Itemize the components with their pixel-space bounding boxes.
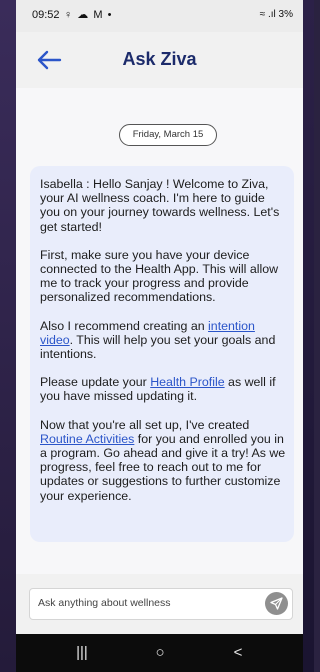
- status-time: 09:52: [32, 9, 60, 21]
- page-title: Ask Ziva: [122, 49, 197, 69]
- right-background: [303, 0, 314, 672]
- date-badge: Friday, March 15: [119, 124, 217, 146]
- message-paragraph-profile: Please update your Health Profile as wel…: [40, 375, 286, 403]
- text-segment: Also I recommend creating an: [40, 318, 209, 333]
- status-bar: 09:52 ♀ ☁ M • ≈ .ıl 3%: [16, 0, 303, 32]
- message-paragraph-greeting: Isabella : Hello Sanjay ! Welcome to Ziv…: [40, 177, 280, 234]
- composer-bar: [16, 574, 303, 634]
- message-text: Isabella : Hello Sanjay ! Welcome to Ziv…: [40, 177, 286, 517]
- routine-activities-link[interactable]: Routine Activities: [40, 432, 134, 446]
- message-input-box: [29, 588, 293, 620]
- send-button[interactable]: [265, 592, 288, 615]
- text-segment: . This will help you set your goals and …: [40, 332, 276, 362]
- app-header: Ask Ziva: [16, 32, 303, 89]
- recents-button[interactable]: |||: [52, 634, 112, 672]
- message-paragraph-intention: Also I recommend creating an intention v…: [40, 319, 286, 362]
- message-bubble: Isabella : Hello Sanjay ! Welcome to Ziv…: [30, 166, 294, 542]
- nav-back-button[interactable]: <: [208, 634, 268, 672]
- text-segment: Please update your: [40, 375, 151, 390]
- chat-area[interactable]: Friday, March 15 Isabella : Hello Sanjay…: [16, 88, 303, 574]
- home-button[interactable]: ○: [130, 634, 190, 672]
- text-segment: Now that you're all set up, I've created: [40, 417, 250, 432]
- send-icon: [270, 597, 283, 610]
- message-input[interactable]: [38, 589, 268, 617]
- system-nav-bar: ||| ○ <: [16, 634, 303, 672]
- message-paragraph-device: First, make sure you have your device co…: [40, 247, 279, 305]
- left-background: [0, 0, 16, 672]
- health-profile-link[interactable]: Health Profile: [150, 375, 224, 389]
- notification-icons: ♀ ☁ M •: [64, 9, 113, 21]
- phone-screen: 09:52 ♀ ☁ M • ≈ .ıl 3% Ask Ziva Friday, …: [16, 0, 303, 672]
- battery-signal-icons: ≈ .ıl 3%: [259, 9, 293, 20]
- message-paragraph-routine: Now that you're all set up, I've created…: [40, 418, 286, 503]
